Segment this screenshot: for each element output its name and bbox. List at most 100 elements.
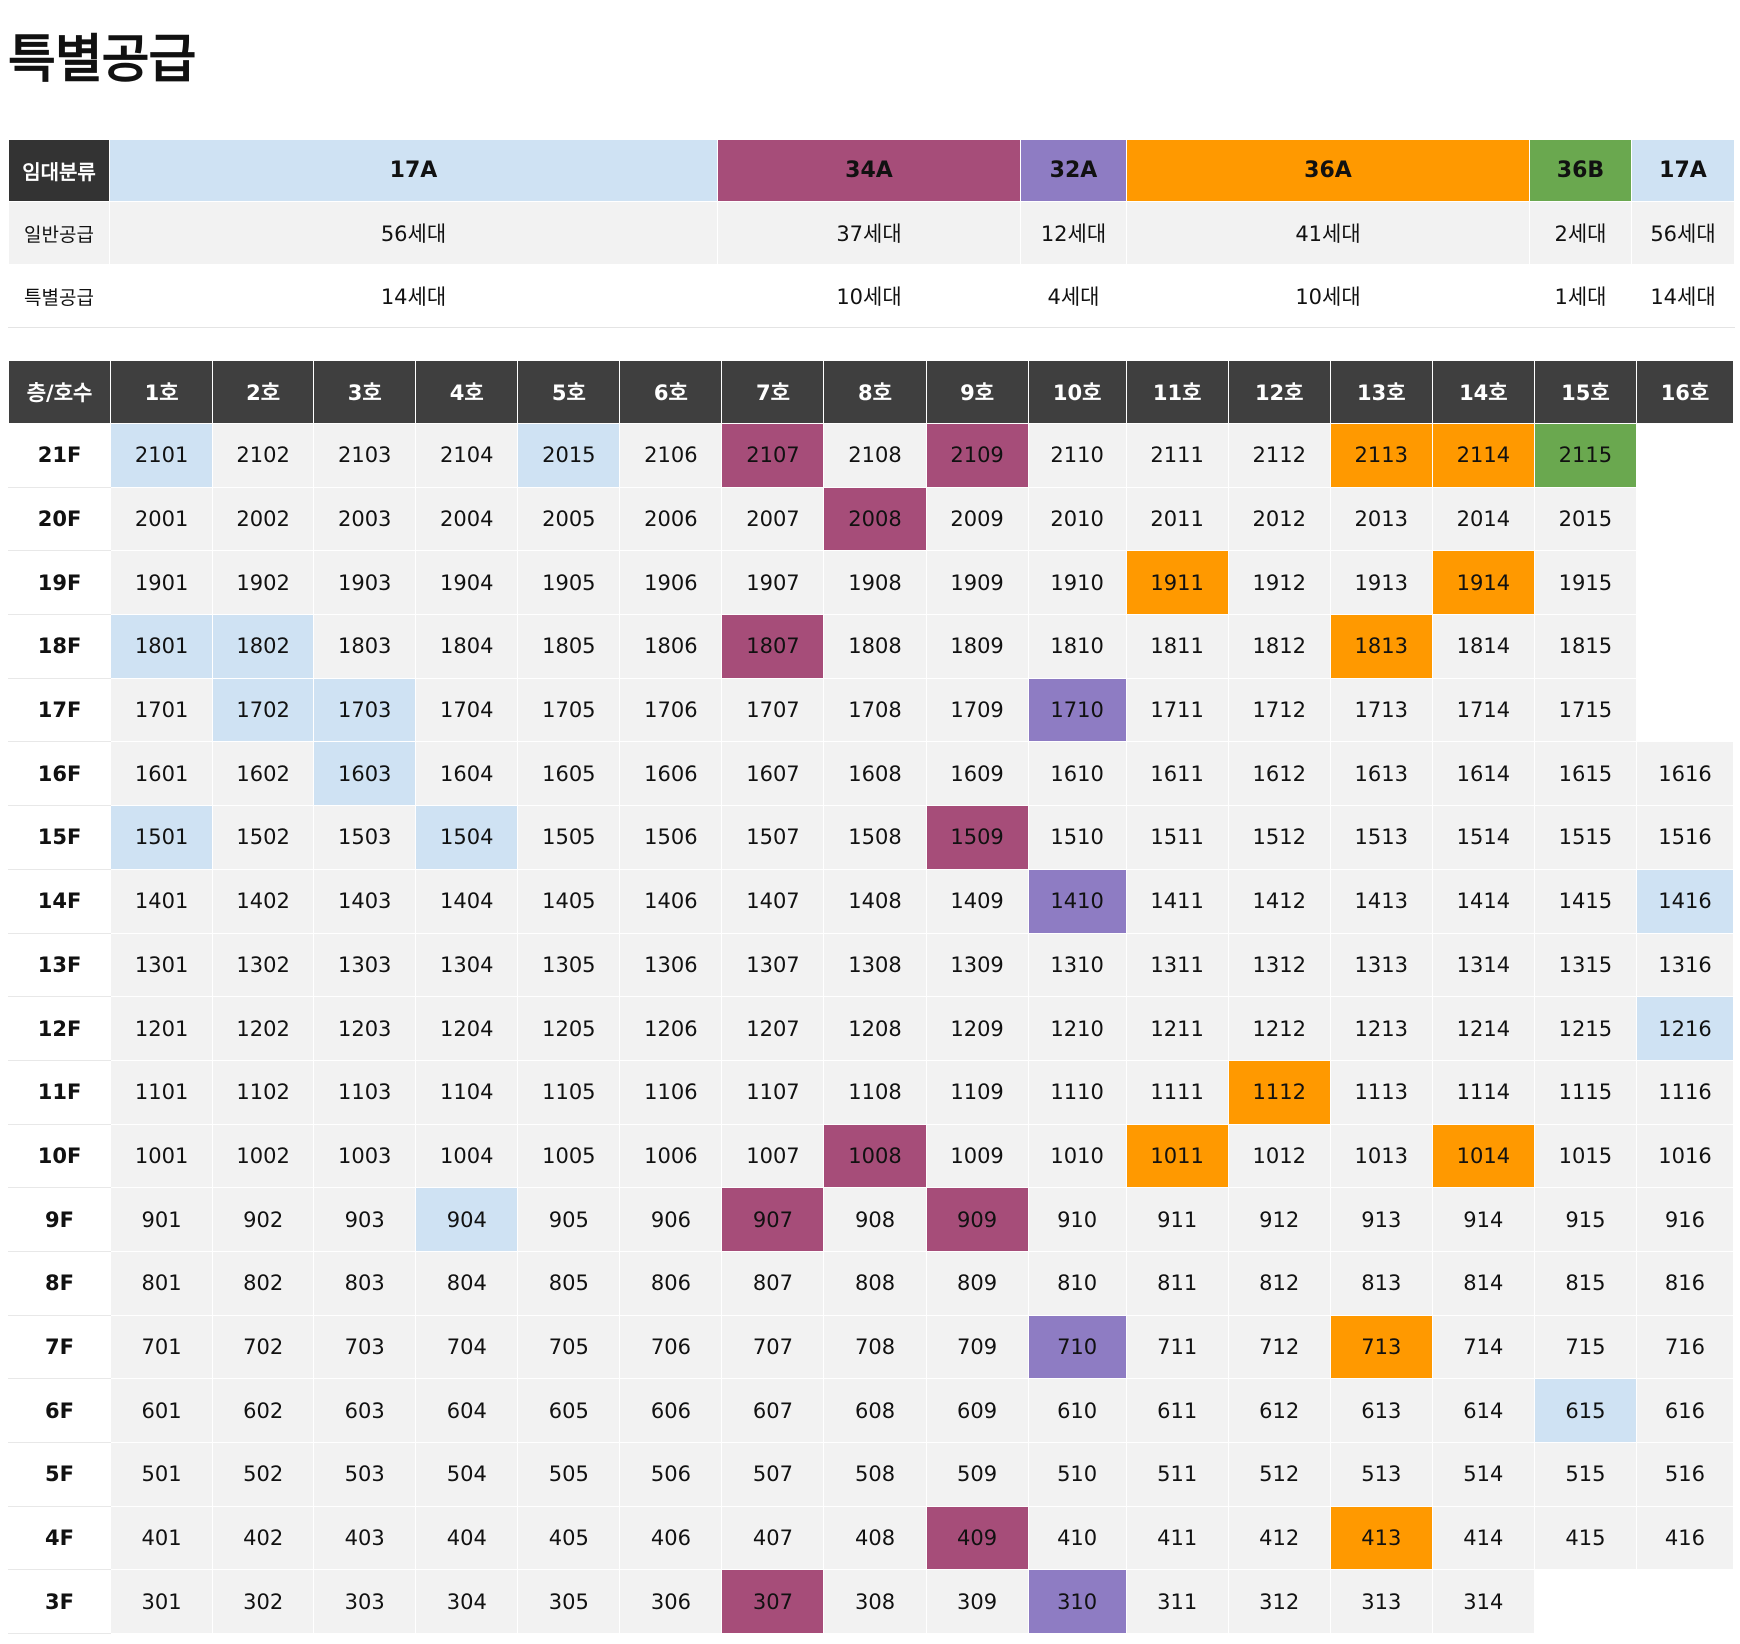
grid-column-header: 6호 — [619, 360, 723, 424]
unit-cell: 1814 — [1431, 614, 1535, 679]
unit-cell: 1701 — [110, 677, 214, 743]
summary-special-row: 특별공급 14세대 10세대 4세대 10세대 1세대 14세대 — [8, 264, 1735, 328]
unit-cell: 2001 — [110, 486, 214, 552]
unit-cell: 1209 — [925, 996, 1029, 1061]
unit-cell: 415 — [1533, 1505, 1637, 1571]
floor-label: 8F — [7, 1250, 112, 1316]
unit-cell: 2003 — [313, 486, 417, 552]
floor-label: 20F — [7, 486, 112, 552]
unit-cell: 306 — [619, 1569, 723, 1635]
floor-label: 3F — [7, 1569, 112, 1635]
unit-cell: 1206 — [619, 996, 723, 1061]
unit-cell: 909 — [925, 1187, 1029, 1252]
unit-cell: 404 — [415, 1505, 519, 1571]
unit-cell: 1606 — [619, 741, 723, 807]
grid-column-header: 7호 — [721, 360, 825, 424]
unit-cell: 414 — [1431, 1505, 1535, 1571]
unit-cell: 1402 — [212, 868, 315, 934]
summary-type-cell: 17A — [1631, 139, 1735, 202]
unit-cell: 815 — [1533, 1250, 1637, 1316]
unit-cell: 1901 — [110, 550, 214, 616]
unit-cell: 1601 — [110, 741, 214, 807]
unit-cell: 1702 — [212, 677, 315, 743]
summary-type-cell: 32A — [1020, 139, 1127, 202]
summary-special-count: 10세대 — [1126, 264, 1530, 328]
unit-cell: 1416 — [1635, 868, 1735, 934]
unit-cell: 2103 — [313, 423, 417, 488]
table-row: 12F 1201 1202 1203 1204 1205 1206 1207 1208 1209 1… — [7, 996, 1735, 1061]
unit-cell: 1907 — [721, 550, 825, 616]
unit-cell — [1635, 423, 1735, 488]
unit-cell: 1706 — [619, 677, 723, 743]
summary-general-count: 37세대 — [717, 201, 1021, 265]
unit-cell: 1307 — [721, 932, 825, 998]
table-row: 18F 1801 1802 1803 1804 1805 1806 1807 1808 1809 1… — [7, 614, 1735, 679]
unit-cell: 1003 — [313, 1123, 417, 1189]
table-row: 6F 601 602 603 604 605 606 607 608 609 610 611 612 61… — [7, 1378, 1735, 1443]
unit-cell: 1404 — [415, 868, 519, 934]
table-row: 7F 701 702 703 704 705 706 707 708 709 710 711 712 71… — [7, 1314, 1735, 1380]
unit-cell: 1105 — [517, 1059, 621, 1125]
floor-label: 13F — [7, 932, 112, 998]
unit-cell: 314 — [1431, 1569, 1535, 1635]
unit-cell: 1508 — [823, 805, 927, 870]
unit-cell: 2014 — [1431, 486, 1535, 552]
unit-cell: 508 — [823, 1442, 927, 1507]
unit-cell: 1110 — [1027, 1059, 1127, 1125]
summary-header-label: 임대분류 — [8, 139, 110, 202]
unit-cell: 1615 — [1533, 741, 1637, 807]
unit-cell: 409 — [925, 1505, 1029, 1571]
summary-special-count: 1세대 — [1529, 264, 1632, 328]
unit-cell: 416 — [1635, 1505, 1735, 1571]
grid-column-header: 1호 — [110, 360, 214, 424]
unit-cell: 2002 — [212, 486, 315, 552]
unit-cell: 313 — [1329, 1569, 1433, 1635]
table-row: 3F 301 302 303 304 305 306 307 308 309 310 311 312 31… — [7, 1569, 1735, 1635]
unit-cell: 914 — [1431, 1187, 1535, 1252]
unit-cell: 2012 — [1227, 486, 1331, 552]
unit-cell: 905 — [517, 1187, 621, 1252]
unit-cell: 504 — [415, 1442, 519, 1507]
unit-cell: 1607 — [721, 741, 825, 807]
unit-cell: 607 — [721, 1378, 825, 1443]
grid-column-header: 16호 — [1635, 360, 1735, 424]
unit-cell: 2008 — [823, 486, 927, 552]
unit-cell — [1635, 614, 1735, 679]
unit-cell: 2111 — [1125, 423, 1229, 488]
grid-column-header: 3호 — [313, 360, 417, 424]
unit-cell: 1102 — [212, 1059, 315, 1125]
unit-cell: 1112 — [1227, 1059, 1331, 1125]
summary-general-label: 일반공급 — [8, 201, 110, 265]
unit-cell: 1605 — [517, 741, 621, 807]
unit-grid-table: 층/호수 1호 2호 3호 4호 5호 6호 7호 8호 9호 10호 11호 12호 13호 14호 15… — [7, 360, 1735, 1635]
unit-cell: 1711 — [1125, 677, 1229, 743]
grid-column-header: 2호 — [212, 360, 315, 424]
unit-cell: 1709 — [925, 677, 1029, 743]
unit-cell: 1608 — [823, 741, 927, 807]
unit-cell: 2007 — [721, 486, 825, 552]
unit-cell: 1904 — [415, 550, 519, 616]
unit-cell: 1001 — [110, 1123, 214, 1189]
summary-general-count: 56세대 — [109, 201, 718, 265]
unit-cell: 805 — [517, 1250, 621, 1316]
unit-cell: 1214 — [1431, 996, 1535, 1061]
unit-cell: 1106 — [619, 1059, 723, 1125]
floor-label: 7F — [7, 1314, 112, 1380]
grid-header-label: 층/호수 — [7, 360, 112, 424]
unit-cell: 2112 — [1227, 423, 1331, 488]
unit-cell: 1603 — [313, 741, 417, 807]
unit-cell: 1715 — [1533, 677, 1637, 743]
unit-cell: 1705 — [517, 677, 621, 743]
unit-cell: 510 — [1027, 1442, 1127, 1507]
unit-cell: 2104 — [415, 423, 519, 488]
unit-cell: 1411 — [1125, 868, 1229, 934]
unit-cell: 2013 — [1329, 486, 1433, 552]
unit-cell: 2106 — [619, 423, 723, 488]
unit-cell: 1005 — [517, 1123, 621, 1189]
unit-cell: 1415 — [1533, 868, 1637, 934]
unit-cell: 1004 — [415, 1123, 519, 1189]
unit-cell: 711 — [1125, 1314, 1229, 1380]
unit-cell: 904 — [415, 1187, 519, 1252]
unit-cell: 613 — [1329, 1378, 1433, 1443]
unit-cell: 810 — [1027, 1250, 1127, 1316]
